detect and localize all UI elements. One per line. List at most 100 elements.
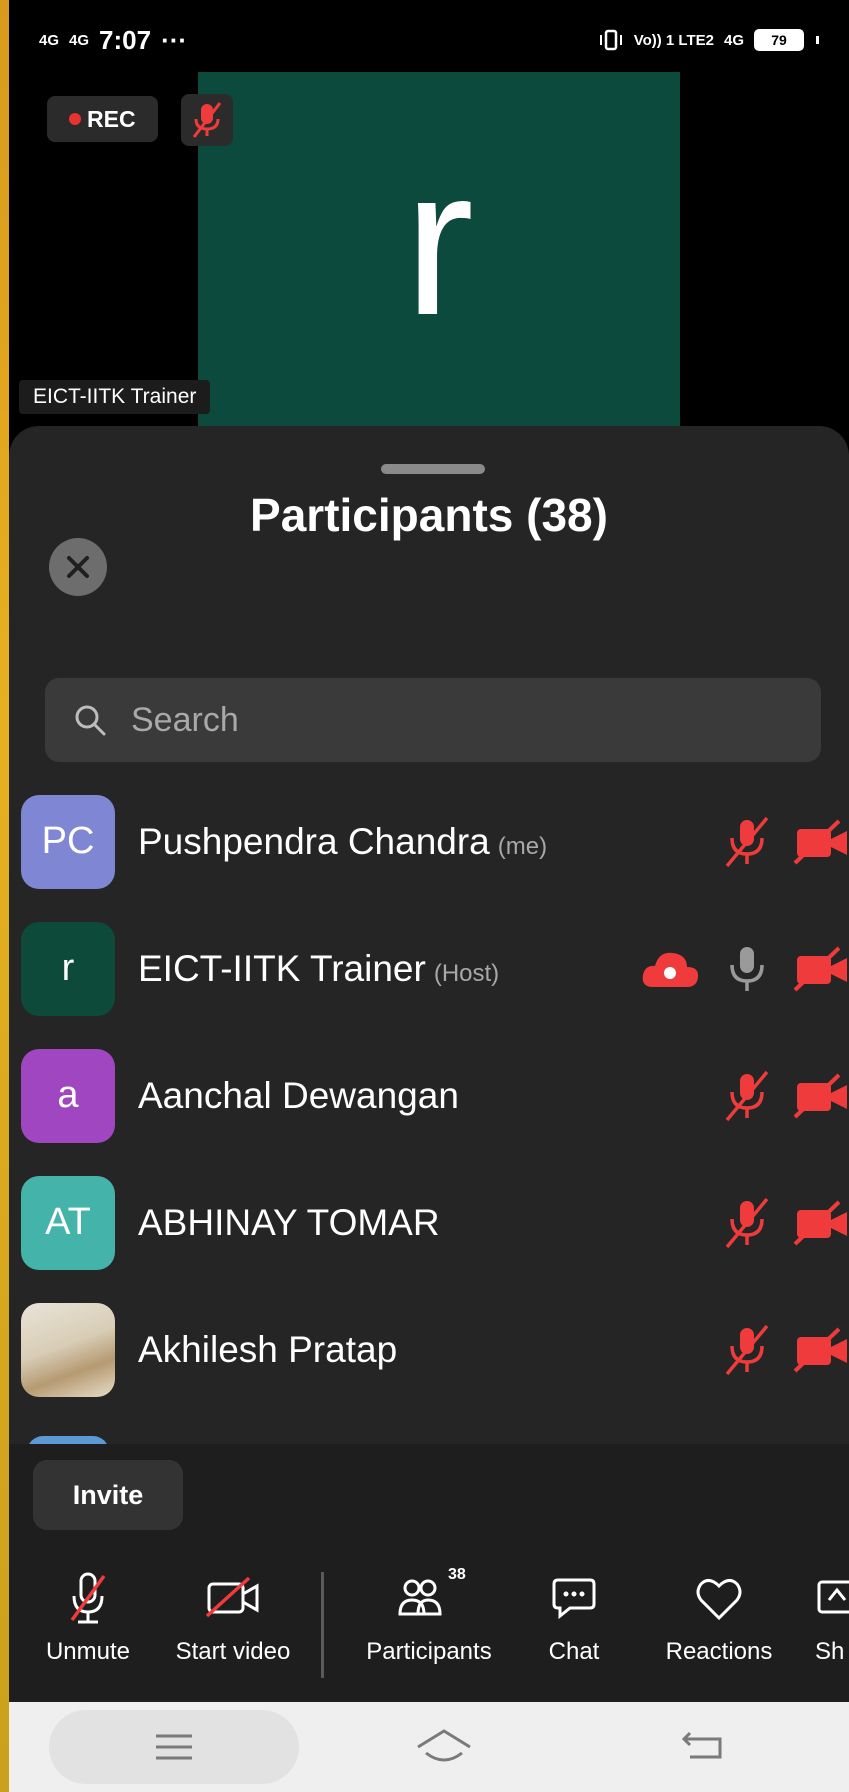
participant-name-text: Aanchal Dewangan: [138, 1074, 459, 1116]
device-bezel-left: [0, 0, 9, 1792]
participant-row[interactable]: AT ABHINAY TOMAR: [9, 1159, 849, 1286]
speaker-initial: r: [404, 124, 474, 359]
mic-muted-icon: [725, 1070, 769, 1121]
home-button[interactable]: [319, 1710, 569, 1784]
status-bar: 4G 4G 7:07 ··· Vo)) 1 LTE2 4G 79: [9, 0, 849, 80]
video-off-icon: [793, 1200, 847, 1245]
back-icon: [682, 1731, 722, 1759]
system-nav-bar: [9, 1702, 849, 1792]
video-off-icon: [205, 1576, 259, 1618]
share-label: Sh: [815, 1638, 845, 1665]
mic-muted-icon: [725, 1197, 769, 1248]
speaker-name-tag: EICT-IITK Trainer: [19, 380, 211, 414]
reactions-button[interactable]: Reactions: [649, 1570, 789, 1666]
signal-1-icon: 4G: [39, 31, 60, 49]
recording-badge: REC: [47, 96, 158, 142]
participant-name-text: ABHINAY TOMAR: [138, 1201, 440, 1243]
reactions-label: Reactions: [665, 1638, 773, 1665]
back-button[interactable]: [579, 1710, 829, 1784]
participant-name-text: Pushpendra Chandra: [138, 820, 490, 862]
start-video-button[interactable]: Start video: [163, 1570, 303, 1666]
participant-list: PC Pushpendra Chandra (me) r EICT-IITK Train…: [9, 778, 849, 1413]
mic-muted-icon: [725, 816, 769, 867]
video-off-icon: [793, 819, 847, 864]
meeting-toolbar: Unmute Start video 38 Participants Chat …: [9, 1552, 849, 1702]
share-screen-icon: [817, 1580, 849, 1614]
avatar: [21, 1302, 115, 1397]
speaker-muted-badge: [181, 94, 233, 146]
avatar-initials: r: [61, 947, 75, 989]
participant-row[interactable]: a Aanchal Dewangan: [9, 1032, 849, 1159]
participant-row[interactable]: r EICT-IITK Trainer (Host): [9, 905, 849, 1032]
participant-status-icons: [723, 814, 849, 870]
network-4g-icon: 4G: [723, 31, 744, 49]
participant-status-icons: [723, 1195, 849, 1251]
avatar: PC: [21, 794, 115, 889]
drag-handle[interactable]: [381, 464, 485, 474]
participants-label: Participants: [366, 1638, 492, 1665]
video-off-icon: [793, 1327, 847, 1372]
recording-dot-icon: [69, 113, 81, 125]
more-notifications-icon: ···: [161, 24, 188, 55]
close-icon: [67, 556, 89, 578]
share-button[interactable]: Sh: [815, 1570, 849, 1666]
participant-name: Akhilesh Pratap: [138, 1329, 397, 1371]
unmute-button[interactable]: Unmute: [33, 1570, 143, 1666]
participant-name: ABHINAY TOMAR: [138, 1202, 440, 1244]
phone-screen: r REC EICT-IITK Trainer 4G 4G 7:07 ··· V…: [9, 0, 849, 1792]
mic-muted-icon: [192, 102, 222, 138]
mic-muted-icon: [725, 1324, 769, 1375]
participant-role-tag: (me): [497, 832, 548, 860]
toolbar-divider: [321, 1572, 324, 1678]
network-volte-icon: Vo)) 1 LTE2: [633, 31, 714, 49]
mic-muted-icon: [70, 1572, 106, 1624]
avatar-initials: PC: [41, 820, 95, 862]
avatar: a: [21, 1048, 115, 1143]
participant-name: EICT-IITK Trainer (Host): [138, 948, 499, 990]
participants-count-badge: 38: [448, 1566, 466, 1583]
invite-strip: Invite: [9, 1444, 849, 1554]
search-icon: [75, 705, 106, 736]
participant-role-tag: (Host): [433, 959, 500, 987]
mic-icon: [730, 946, 764, 991]
participant-name: Pushpendra Chandra (me): [138, 821, 547, 863]
participant-status-icons: [723, 1322, 849, 1378]
chat-label: Chat: [548, 1638, 600, 1665]
signal-2-icon: 4G: [69, 31, 90, 49]
chat-icon: [552, 1578, 596, 1620]
avatar: AT: [21, 1175, 115, 1270]
menu-icon: [156, 1734, 192, 1760]
heart-icon: [696, 1579, 742, 1621]
video-off-icon: [793, 946, 847, 991]
avatar: r: [21, 921, 115, 1016]
search-bar[interactable]: [45, 678, 821, 762]
vibrate-icon: [599, 29, 622, 51]
participant-row[interactable]: Akhilesh Pratap: [9, 1286, 849, 1413]
chat-button[interactable]: Chat: [529, 1570, 619, 1666]
search-input[interactable]: [131, 700, 771, 740]
recents-button[interactable]: [49, 1710, 299, 1784]
participant-name-text: EICT-IITK Trainer: [138, 947, 426, 989]
close-button[interactable]: [49, 538, 107, 596]
battery-tip: [816, 36, 819, 44]
video-off-icon: [793, 1073, 847, 1118]
recording-label: REC: [87, 105, 136, 132]
unmute-label: Unmute: [45, 1638, 131, 1665]
battery-icon: 79: [754, 29, 804, 51]
participants-icon: [398, 1579, 442, 1616]
home-icon: [417, 1729, 471, 1762]
participant-status-icons: [723, 1068, 849, 1124]
invite-button[interactable]: Invite: [33, 1460, 183, 1530]
participant-name: Aanchal Dewangan: [138, 1075, 459, 1117]
start-video-label: Start video: [175, 1638, 291, 1665]
participant-status-icons: [639, 941, 849, 997]
active-speaker-tile[interactable]: r: [198, 72, 680, 432]
avatar-initials: a: [57, 1074, 79, 1116]
panel-title: Participants (38): [250, 489, 608, 541]
participant-row[interactable]: PC Pushpendra Chandra (me): [9, 778, 849, 905]
participants-button[interactable]: 38 Participants: [349, 1566, 509, 1666]
clock: 7:07: [99, 24, 152, 55]
avatar-initials: AT: [45, 1201, 91, 1243]
participant-name-text: Akhilesh Pratap: [138, 1328, 398, 1370]
cloud-recording-icon: [642, 952, 699, 987]
